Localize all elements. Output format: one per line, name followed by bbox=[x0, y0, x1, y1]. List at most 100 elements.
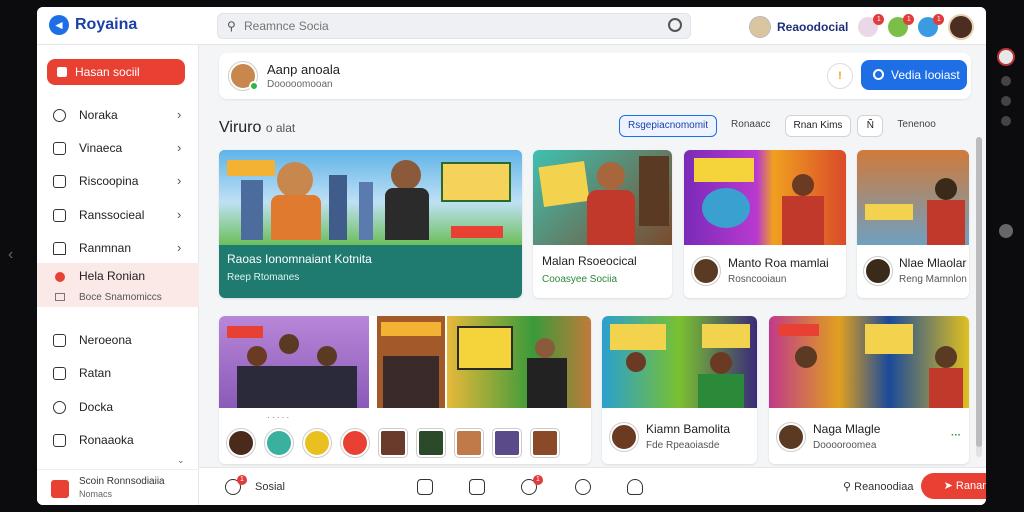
notification-badge: 1 bbox=[237, 475, 247, 485]
window-controls bbox=[997, 48, 1015, 238]
compass-icon[interactable] bbox=[575, 479, 591, 495]
creator-avatar[interactable] bbox=[692, 257, 720, 285]
filter-chip[interactable]: Rsgepiacnomomit bbox=[619, 115, 718, 137]
store-icon bbox=[51, 480, 69, 498]
member-thumb[interactable] bbox=[493, 429, 521, 457]
notification-badge: 1 bbox=[903, 14, 915, 25]
sidebar-item-riscoopina[interactable]: Riscoopina › bbox=[37, 166, 199, 196]
sidebar-primary-label: Hasan sociil bbox=[75, 65, 140, 79]
sidebar-item-noraka[interactable]: Noraka › bbox=[37, 100, 199, 130]
video-card[interactable]: Manto Roa mamlai Rosncooiaun bbox=[684, 150, 846, 298]
featured-card[interactable]: Raoas Ionomnaiant Kotnita Reep Rtomanes bbox=[219, 150, 522, 298]
sidebar-footer[interactable]: Scoin Ronnsodiaiia Nomacs bbox=[37, 469, 199, 505]
circle-icon bbox=[53, 109, 66, 122]
control-dot[interactable] bbox=[1001, 76, 1011, 86]
notification-badge: 1 bbox=[873, 14, 885, 25]
record-icon[interactable] bbox=[997, 48, 1015, 66]
prev-page-icon[interactable]: ‹ bbox=[8, 246, 13, 264]
card-title: Naga Mlagle bbox=[813, 422, 881, 436]
profile-name: Aanp anoala bbox=[267, 62, 341, 77]
control-dot[interactable] bbox=[1001, 116, 1011, 126]
back-arrow-icon[interactable]: ◄ bbox=[49, 15, 69, 35]
video-card[interactable]: Kiamn Bamolita Fde Rpeaoiasde bbox=[602, 316, 757, 464]
alert-icon[interactable]: ! bbox=[827, 63, 853, 89]
chevron-down-icon[interactable]: ⌄ bbox=[177, 455, 185, 466]
tag-icon bbox=[53, 334, 66, 347]
sidebar: Hasan sociil Noraka › Vinaeca › Riscoopi… bbox=[37, 45, 199, 505]
card-thumbnail bbox=[447, 316, 591, 408]
card-thumbnail bbox=[219, 316, 369, 408]
house-icon bbox=[53, 242, 66, 255]
creator-avatar[interactable] bbox=[864, 257, 892, 285]
search-bar[interactable]: ⚲ bbox=[217, 13, 691, 39]
creator-avatar[interactable] bbox=[610, 423, 638, 451]
creator-avatar[interactable] bbox=[777, 423, 805, 451]
sidebar-item-vinaeca[interactable]: Vinaeca › bbox=[37, 133, 199, 163]
sidebar-item-ranssocieal[interactable]: Ranssocieal › bbox=[37, 200, 199, 230]
filter-chip[interactable]: Ronaacc bbox=[723, 115, 778, 137]
card-title: Nlae Mlaolar bbox=[899, 256, 967, 270]
chevron-right-icon: › bbox=[177, 107, 182, 122]
sidebar-item-label: Noraka bbox=[79, 108, 118, 122]
download-icon[interactable] bbox=[469, 479, 485, 495]
heart-icon bbox=[55, 272, 65, 282]
bottom-cta-button[interactable]: ➤ Ranan bbox=[921, 473, 986, 499]
bell-icon[interactable] bbox=[627, 479, 643, 495]
sidebar-item-neroeona[interactable]: Neroeona bbox=[37, 325, 199, 355]
account-avatar[interactable] bbox=[749, 16, 771, 38]
account-name[interactable]: Reaoodocial bbox=[777, 20, 848, 34]
home-dot[interactable] bbox=[999, 224, 1013, 238]
filter-chip[interactable]: Rnan Kims bbox=[784, 115, 852, 137]
member-thumb[interactable] bbox=[531, 429, 559, 457]
sort-icon[interactable]: Ñ bbox=[857, 115, 884, 137]
member-avatar[interactable] bbox=[227, 429, 255, 457]
member-thumb[interactable] bbox=[417, 429, 445, 457]
member-thumb[interactable] bbox=[455, 429, 483, 457]
photo-icon[interactable] bbox=[417, 479, 433, 495]
sidebar-item-ranmnan[interactable]: Ranmnan › bbox=[37, 233, 199, 263]
drop-icon[interactable]: 1 bbox=[918, 14, 945, 37]
social-label[interactable]: Sosial bbox=[255, 481, 285, 493]
control-dot[interactable] bbox=[1001, 96, 1011, 106]
filter-chip[interactable]: Tenenoo bbox=[889, 115, 943, 137]
profile-action-button[interactable]: Vedia Iooiast bbox=[861, 60, 967, 90]
card-thumbnail bbox=[857, 150, 969, 245]
card-thumbnail bbox=[533, 150, 672, 245]
card-thumbnail bbox=[684, 150, 846, 245]
group-card[interactable]: · · · · · bbox=[219, 316, 591, 464]
member-avatar[interactable] bbox=[265, 429, 293, 457]
bottom-bar: 1 Sosial 1 ⚲ Reanoodiaa ➤ Ranan bbox=[199, 467, 986, 505]
messages-icon[interactable]: 1 bbox=[888, 14, 915, 37]
sidebar-item-active[interactable]: Hela Ronian Boce Snamomiccs bbox=[37, 263, 199, 307]
sidebar-footer-subtitle: Nomacs bbox=[79, 489, 113, 499]
card-thumbnail bbox=[769, 316, 969, 408]
sidebar-item-ronaaoka[interactable]: Ronaaoka bbox=[37, 425, 199, 455]
member-avatar[interactable] bbox=[303, 429, 331, 457]
member-avatar[interactable] bbox=[341, 429, 369, 457]
sidebar-item-docka[interactable]: Docka bbox=[37, 392, 199, 422]
sidebar-item-sublabel: Boce Snamomiccs bbox=[79, 292, 162, 303]
video-card[interactable]: Naga Mlagle Dooooroomea ··· bbox=[769, 316, 969, 464]
card-thumbnail bbox=[602, 316, 757, 408]
sidebar-item-label: Ranmnan bbox=[79, 241, 132, 255]
filter-bar: Rsgepiacnomomit Ronaacc Rnan Kims Ñ Tene… bbox=[619, 115, 944, 137]
app-logo[interactable]: ◄ Royaina bbox=[49, 15, 137, 35]
bottom-search[interactable]: ⚲ Reanoodiaa bbox=[843, 480, 913, 493]
mic-icon[interactable] bbox=[668, 18, 682, 32]
likes-icon[interactable]: 1 bbox=[858, 14, 885, 37]
more-icon[interactable]: ··· bbox=[951, 430, 961, 441]
sidebar-item-ratan[interactable]: Ratan bbox=[37, 358, 199, 388]
scrollbar[interactable] bbox=[976, 137, 982, 457]
scrollbar-thumb[interactable] bbox=[976, 137, 982, 447]
video-card[interactable]: Nlae Mlaolar Reng Mamnlon bbox=[857, 150, 969, 298]
video-card[interactable]: Malan Rsoeocical Cooasyee Sociia bbox=[533, 150, 672, 298]
search-icon bbox=[873, 69, 884, 80]
member-thumb[interactable] bbox=[379, 429, 407, 457]
pencil-icon bbox=[53, 367, 66, 380]
search-input[interactable] bbox=[244, 17, 644, 35]
user-avatar[interactable] bbox=[948, 14, 975, 40]
sidebar-item-label: Hela Ronian bbox=[79, 269, 146, 283]
profile-action-label: Vedia Iooiast bbox=[891, 68, 960, 82]
sidebar-primary-button[interactable]: Hasan sociil bbox=[47, 59, 185, 85]
sidebar-item-label: Docka bbox=[79, 400, 114, 414]
